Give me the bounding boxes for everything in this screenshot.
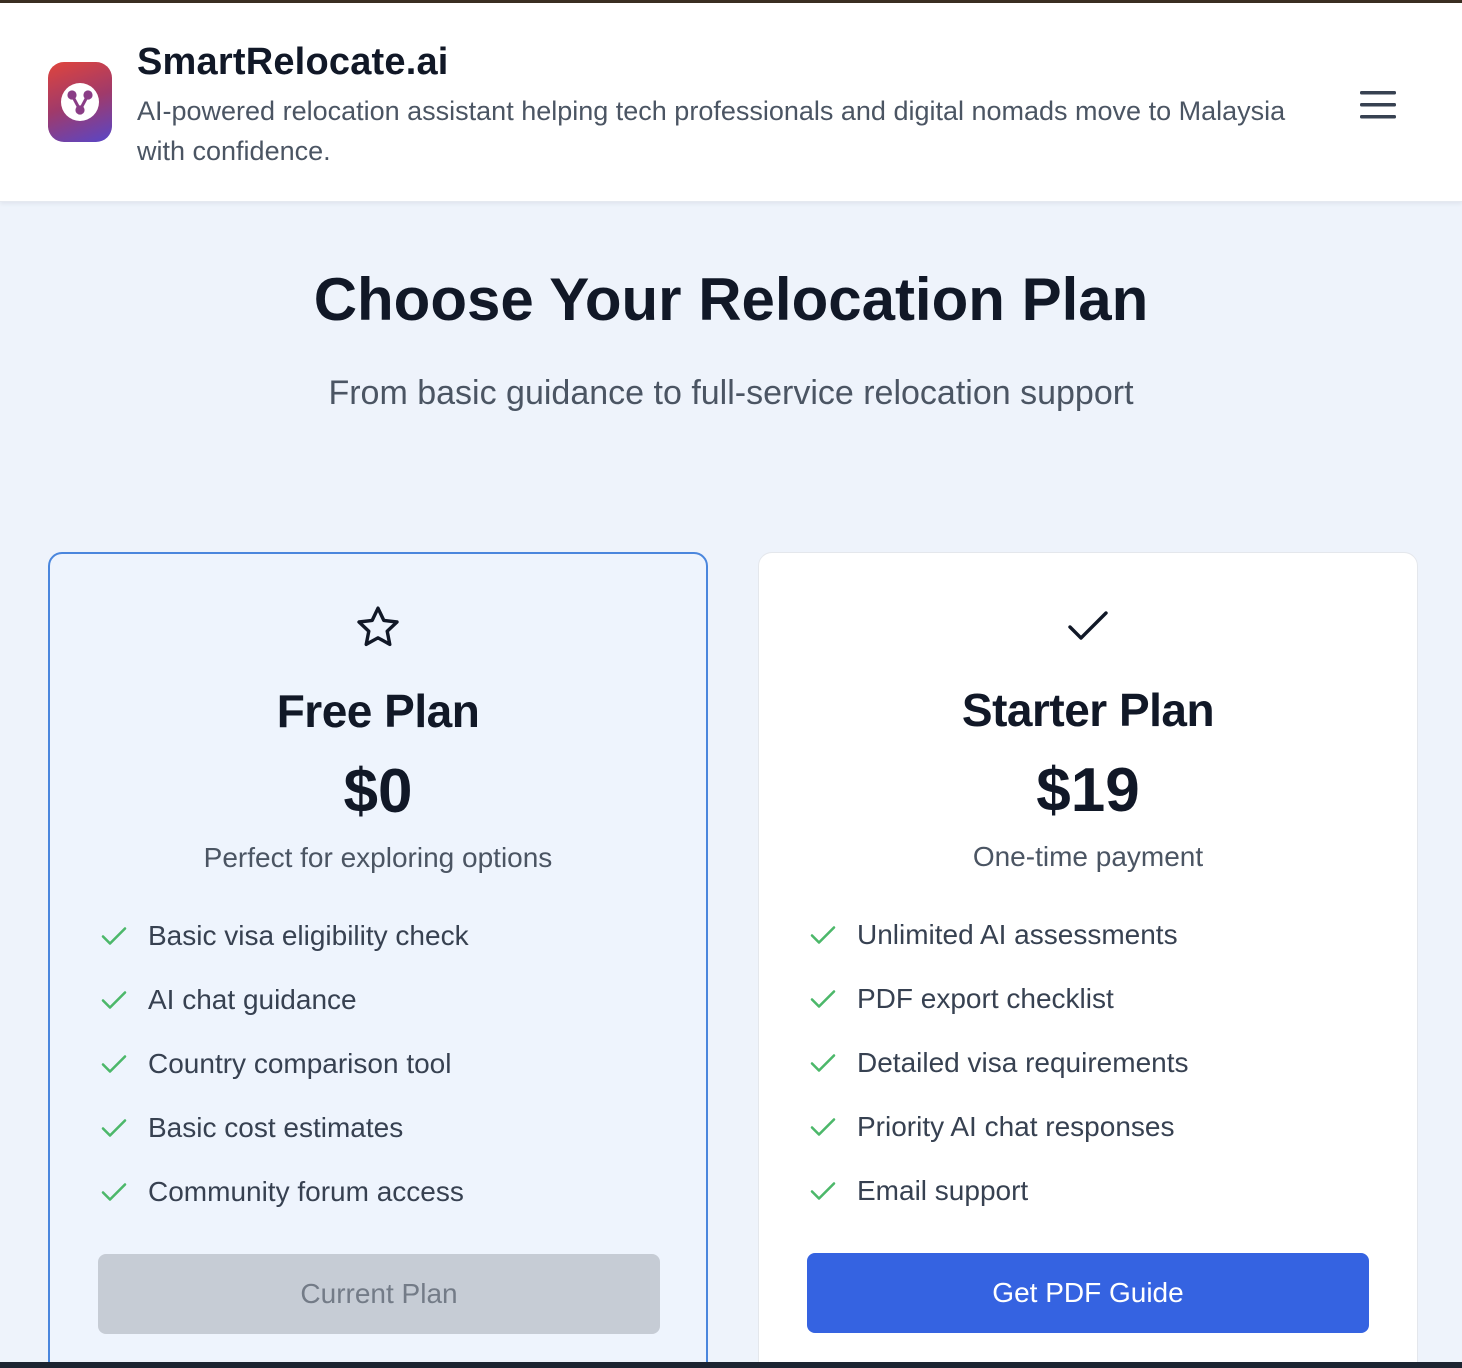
- hamburger-menu-icon: [1360, 91, 1396, 119]
- plan-description: Perfect for exploring options: [203, 842, 553, 873]
- check-icon: [1068, 611, 1108, 640]
- check-icon: [809, 1115, 857, 1139]
- plan-name: Starter Plan: [961, 684, 1215, 736]
- feature-item: Priority AI chat responses: [809, 1095, 1377, 1159]
- feature-item: Unlimited AI assessments: [809, 903, 1377, 967]
- brand-tagline: AI-powered relocation assistant helping …: [137, 96, 1286, 166]
- feature-list: Basic visa eligibility check AI chat gui…: [100, 904, 666, 1224]
- feature-label: Detailed visa requirements: [857, 1047, 1189, 1078]
- page-title: Choose Your Relocation Plan: [313, 266, 1149, 333]
- check-icon: [100, 1116, 148, 1140]
- check-icon: [100, 1052, 148, 1076]
- plan-price: $19: [1036, 756, 1140, 825]
- feature-label: Unlimited AI assessments: [857, 919, 1178, 950]
- check-icon: [100, 924, 148, 948]
- get-pdf-guide-button[interactable]: Get PDF Guide: [807, 1253, 1369, 1333]
- feature-label: Priority AI chat responses: [857, 1111, 1175, 1142]
- feature-label: PDF export checklist: [857, 983, 1114, 1014]
- check-icon: [809, 987, 857, 1011]
- feature-label: Community forum access: [148, 1176, 464, 1207]
- page: SmartRelocate.ai AI-powered relocation a…: [0, 0, 1462, 1368]
- feature-item: Detailed visa requirements: [809, 1031, 1377, 1095]
- feature-item: AI chat guidance: [100, 968, 666, 1032]
- site-header: SmartRelocate.ai AI-powered relocation a…: [0, 3, 1462, 202]
- plan-icon-container: [759, 601, 1417, 651]
- plan-description: One-time payment: [972, 841, 1204, 872]
- feature-item: Country comparison tool: [100, 1032, 666, 1096]
- star-icon: [357, 606, 399, 647]
- plan-icon-container: [50, 602, 706, 652]
- feature-item: Email support: [809, 1159, 1377, 1223]
- plan-card-free: Free Plan $0 Perfect for exploring optio…: [48, 552, 708, 1368]
- check-icon: [809, 1051, 857, 1075]
- network-icon: [61, 83, 99, 121]
- feature-label: Country comparison tool: [148, 1048, 452, 1079]
- plan-card-starter: Starter Plan $19 One-time payment Unlimi…: [758, 552, 1418, 1368]
- feature-item: Basic cost estimates: [100, 1096, 666, 1160]
- feature-list: Unlimited AI assessments PDF export chec…: [809, 903, 1377, 1223]
- app-logo[interactable]: [48, 62, 112, 142]
- brand-title[interactable]: SmartRelocate.ai: [137, 41, 449, 84]
- feature-label: AI chat guidance: [148, 984, 357, 1015]
- feature-item: Basic visa eligibility check: [100, 904, 666, 968]
- check-icon: [100, 1180, 148, 1204]
- page-subtitle: From basic guidance to full-service relo…: [328, 374, 1134, 412]
- feature-label: Basic cost estimates: [148, 1112, 404, 1143]
- check-icon: [100, 988, 148, 1012]
- check-icon: [809, 923, 857, 947]
- window-bottom-edge: [0, 1362, 1462, 1368]
- feature-item: PDF export checklist: [809, 967, 1377, 1031]
- feature-label: Email support: [857, 1175, 1029, 1206]
- menu-button[interactable]: [1350, 83, 1406, 127]
- plan-name: Free Plan: [276, 685, 480, 737]
- feature-label: Basic visa eligibility check: [148, 920, 469, 951]
- current-plan-button[interactable]: Current Plan: [98, 1254, 660, 1334]
- check-icon: [809, 1179, 857, 1203]
- feature-item: Community forum access: [100, 1160, 666, 1224]
- plan-price: $0: [343, 757, 413, 826]
